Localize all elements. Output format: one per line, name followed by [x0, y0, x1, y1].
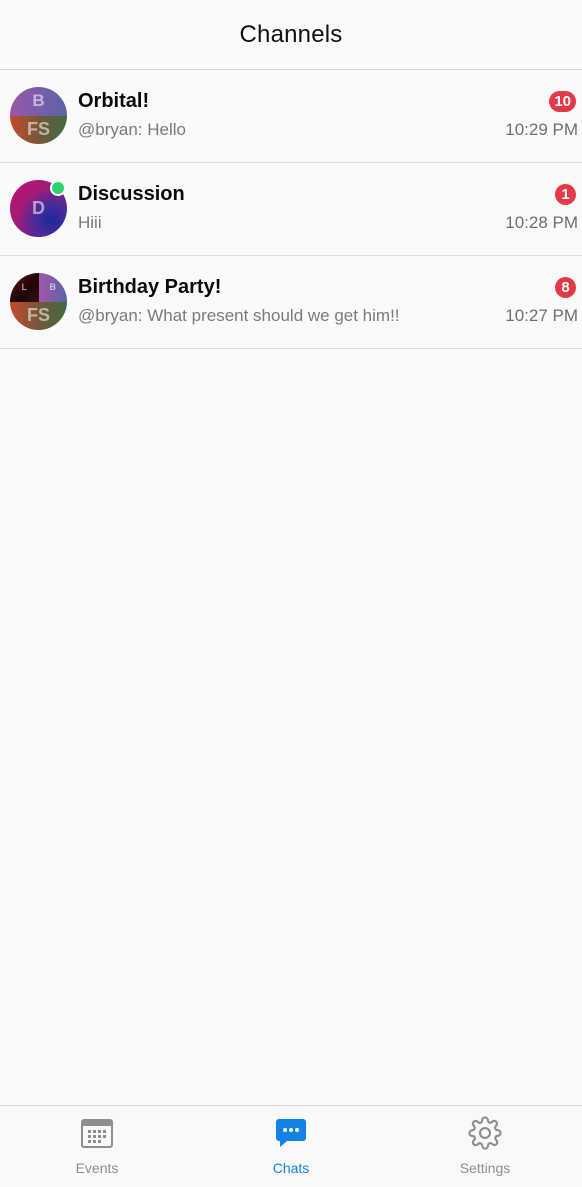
channel-name: Birthday Party! — [78, 276, 222, 298]
tab-label: Settings — [459, 1160, 511, 1176]
last-message-preview: @bryan: What present should we get him!! — [78, 306, 400, 325]
gear-icon — [468, 1116, 502, 1150]
last-message-preview: Hiii — [78, 213, 102, 232]
last-message-preview: @bryan: Hello — [78, 120, 186, 139]
chat-bubble-icon — [274, 1116, 308, 1150]
tab-chats[interactable]: Chats — [194, 1106, 388, 1187]
tab-events[interactable]: Events — [0, 1106, 194, 1187]
unread-count-badge: 10 — [549, 91, 576, 112]
last-message-time: 10:27 PM — [505, 306, 578, 325]
channel-name: Discussion — [78, 183, 185, 205]
avatar-initial-bottom: FS — [10, 115, 67, 144]
channel-name: Orbital! — [78, 90, 150, 112]
channel-row-birthday-party[interactable]: L B FS Birthday Party! @bryan: What pres… — [0, 256, 582, 349]
channel-row-discussion[interactable]: D Discussion Hiii 1 10:28 PM — [0, 163, 582, 256]
calendar-icon — [80, 1116, 114, 1150]
page-title: Channels — [239, 20, 343, 48]
avatar-initial-top-right: B — [38, 273, 67, 302]
online-status-dot — [50, 180, 66, 196]
channel-row-orbital[interactable]: B FS Orbital! @bryan: Hello 10 10:29 PM — [0, 70, 582, 163]
tab-bar: Events Chats Settings — [0, 1105, 582, 1187]
channel-list: B FS Orbital! @bryan: Hello 10 10:29 PM … — [0, 70, 582, 349]
last-message-time: 10:28 PM — [505, 213, 578, 232]
avatar-initial-top: B — [10, 87, 67, 116]
tab-label: Events — [75, 1160, 119, 1176]
nav-header: Channels — [0, 0, 582, 70]
tab-settings[interactable]: Settings — [388, 1106, 582, 1187]
group-avatar: B FS — [10, 87, 67, 144]
last-message-time: 10:29 PM — [505, 120, 578, 139]
tab-label: Chats — [272, 1160, 310, 1176]
avatar-initial-top-left: L — [10, 273, 39, 302]
unread-count-badge: 8 — [555, 277, 576, 298]
group-avatar: L B FS — [10, 273, 67, 330]
app-root: Channels B FS Orbital! @bryan: Hello 10 … — [0, 0, 582, 1187]
unread-count-badge: 1 — [555, 184, 576, 205]
avatar-initial-bottom: FS — [10, 301, 67, 330]
